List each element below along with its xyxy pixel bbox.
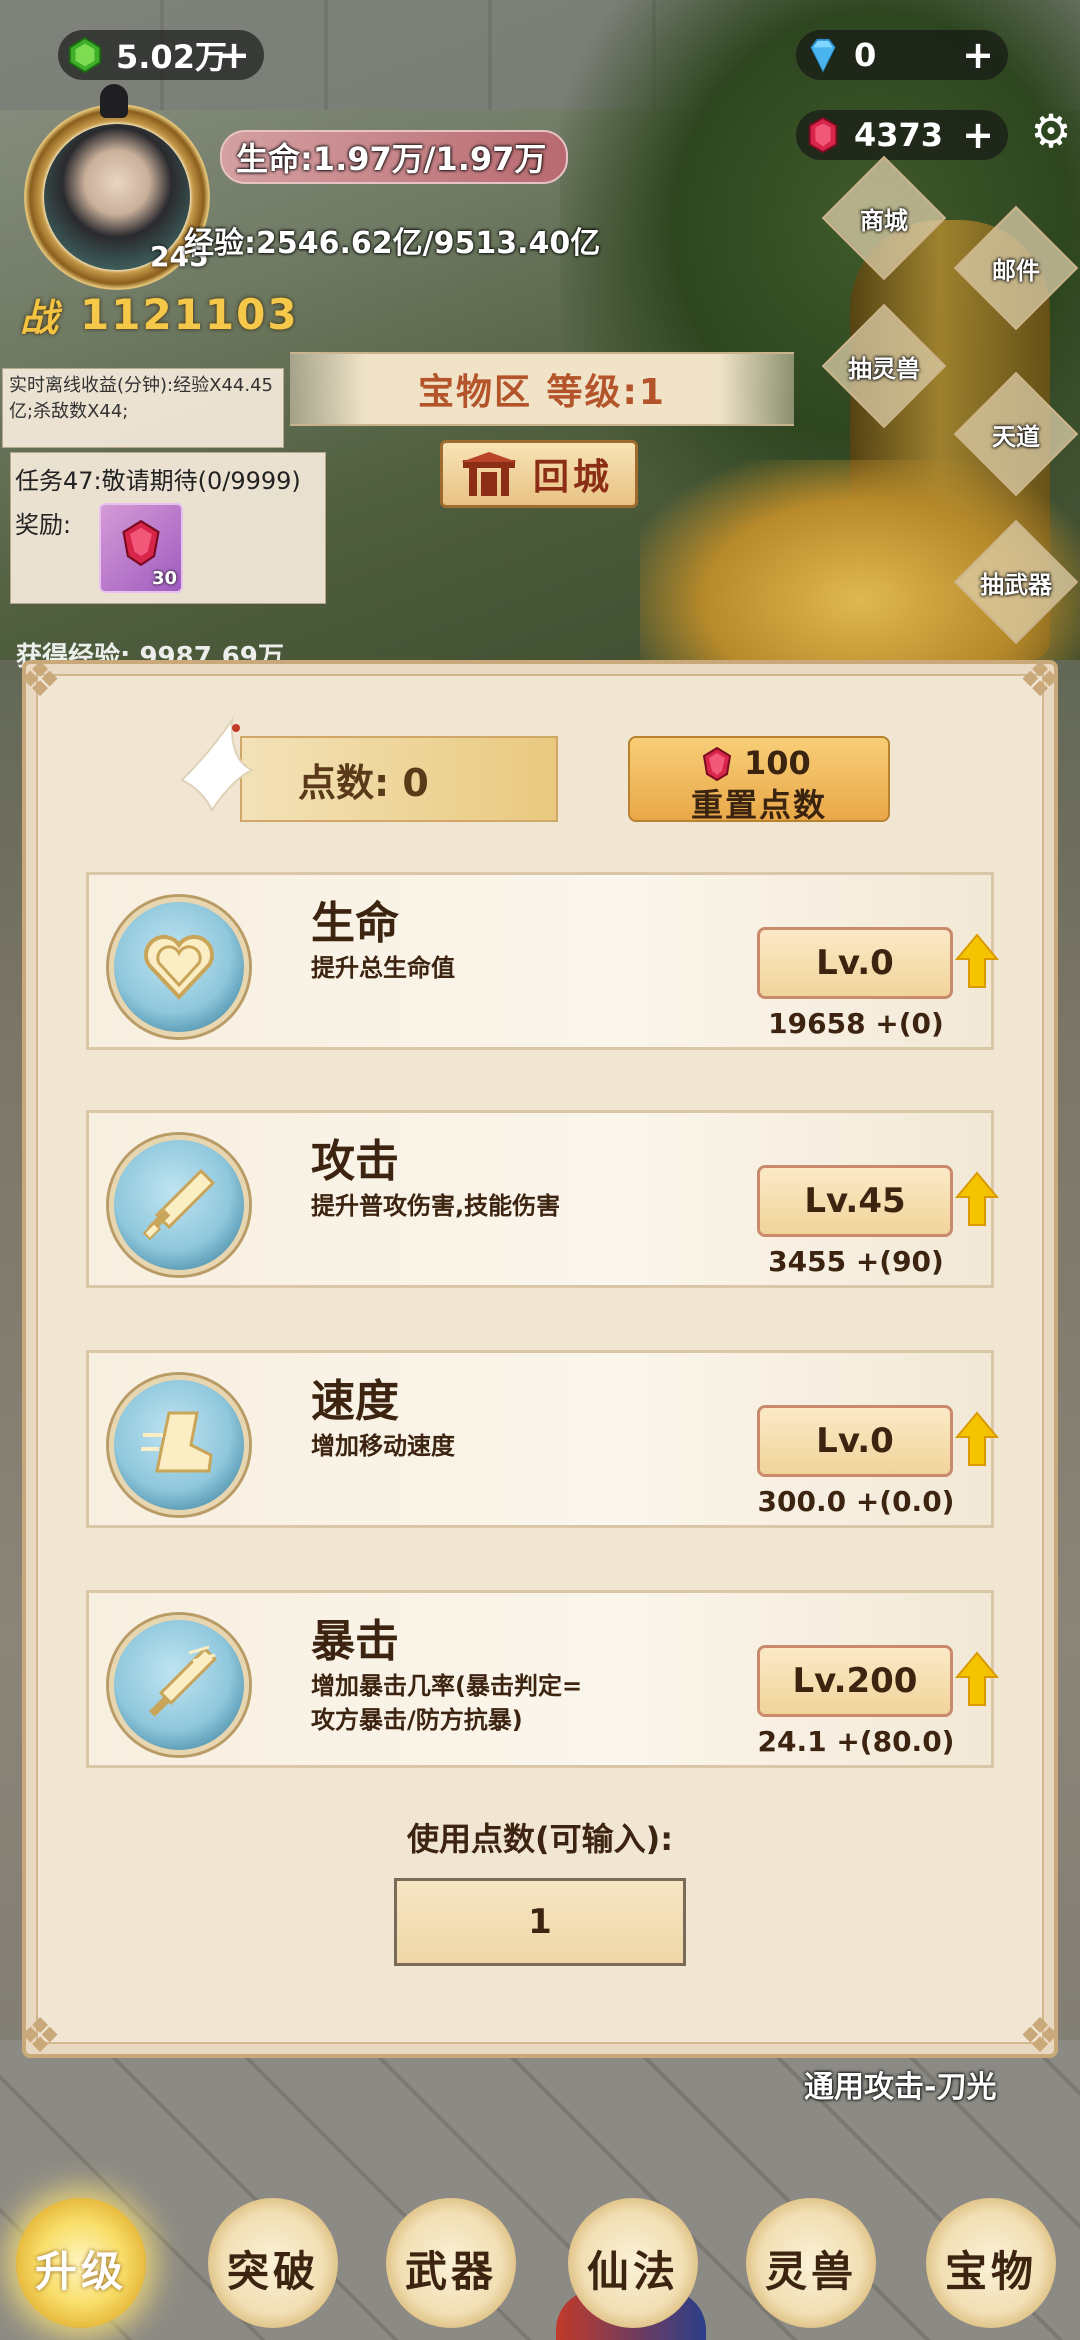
upgrade-arrow-icon[interactable] <box>955 1171 999 1227</box>
power-value: 1121103 <box>80 289 299 339</box>
points-display: 点数: 0 <box>240 736 558 822</box>
red-gem-icon <box>808 116 838 154</box>
critical-sword-icon <box>109 1615 249 1755</box>
stat-name: 暴击 <box>311 1616 399 1667</box>
nav-label: 仙法 <box>586 2247 679 2296</box>
shop-menu-button[interactable]: 商城 <box>821 155 947 281</box>
corner-ornament-icon: ❖ <box>1018 652 1062 708</box>
stat-value: 3455 +(90) <box>768 1245 944 1278</box>
stat-value: 300.0 +(0.0) <box>757 1485 955 1518</box>
heaven-dao-label: 天道 <box>992 422 1040 451</box>
nav-label: 升级 <box>34 2247 127 2296</box>
red-gem-icon <box>702 746 732 782</box>
stat-value: 24.1 +(80.0) <box>757 1725 955 1758</box>
corner-ornament-icon: ❖ <box>1018 2008 1062 2064</box>
exp-text: 经验:2546.62亿/9513.40亿 <box>184 226 601 261</box>
quest-title: 任务47:敬请期待(0/9999) <box>15 467 301 495</box>
nav-immortal-magic[interactable]: 仙法 <box>556 2186 710 2340</box>
city-gate-icon <box>461 452 517 496</box>
nav-label: 宝物 <box>944 2247 1037 2296</box>
mail-menu-button[interactable]: 邮件 <box>953 205 1079 331</box>
return-to-city-button[interactable]: 回城 <box>440 440 638 508</box>
nav-breakthrough[interactable]: 突破 <box>196 2186 350 2340</box>
reward-count: 30 <box>151 568 177 589</box>
settings-gear-icon[interactable]: ⚙ <box>1028 108 1074 154</box>
nav-label: 突破 <box>226 2247 319 2296</box>
avatar-hair-ornament <box>100 84 128 118</box>
power-label: 战 <box>20 295 59 340</box>
stat-level-button[interactable]: Lv.45 <box>757 1165 953 1237</box>
upgrade-arrow-icon[interactable] <box>955 1651 999 1707</box>
stat-level-button[interactable]: Lv.200 <box>757 1645 953 1717</box>
summon-beast-button[interactable]: 抽灵兽 <box>821 303 947 429</box>
stat-name: 生命 <box>311 898 399 949</box>
stat-name: 攻击 <box>311 1136 399 1187</box>
stat-card-attack: 攻击 提升普攻伤害,技能伤害 Lv.45 3455 +(90) <box>86 1110 999 1288</box>
combat-power: 战 1121103 <box>20 286 299 342</box>
add-diamond-button[interactable]: + <box>962 33 994 77</box>
upgrade-arrow-icon[interactable] <box>955 933 999 989</box>
nav-label: 灵兽 <box>764 2247 857 2296</box>
use-points-label: 使用点数(可输入): <box>406 1820 674 1858</box>
stat-card-speed: 速度 增加移动速度 Lv.0 300.0 +(0.0) <box>86 1350 999 1528</box>
summon-beast-label: 抽灵兽 <box>848 354 920 383</box>
add-green-currency-button[interactable]: + <box>218 33 250 77</box>
mail-label: 邮件 <box>992 256 1040 285</box>
gem-currency-value: 4373 <box>854 116 944 154</box>
nav-weapon[interactable]: 武器 <box>374 2186 528 2340</box>
summon-weapon-label: 抽武器 <box>980 570 1052 599</box>
stat-desc: 增加移动速度 <box>311 1432 455 1460</box>
stat-desc: 增加暴击几率(暴击判定= 攻方暴击/防方抗暴) <box>311 1672 583 1734</box>
add-gem-button[interactable]: + <box>962 113 994 157</box>
gem-currency-pill[interactable]: 4373 + <box>796 110 1008 160</box>
nav-upgrade[interactable]: 升级 <box>4 2186 158 2340</box>
stat-card-hp: 生命 提升总生命值 Lv.0 19658 +(0) <box>86 872 999 1050</box>
upgrade-arrow-icon[interactable] <box>955 1411 999 1467</box>
nav-treasure[interactable]: 宝物 <box>914 2186 1068 2340</box>
stat-level-button[interactable]: Lv.0 <box>757 927 953 999</box>
nav-label: 武器 <box>404 2247 497 2296</box>
sword-icon <box>109 1135 249 1275</box>
stat-level-button[interactable]: Lv.0 <box>757 1405 953 1477</box>
return-to-city-label: 回城 <box>533 457 614 498</box>
boot-icon <box>109 1375 249 1515</box>
quest-panel[interactable]: 任务47:敬请期待(0/9999) 奖励: 30 <box>10 452 326 604</box>
zone-banner: 宝物区 等级:1 <box>290 352 794 426</box>
stat-card-critical: 暴击 增加暴击几率(暴击判定= 攻方暴击/防方抗暴) Lv.200 24.1 +… <box>86 1590 999 1768</box>
stat-name: 速度 <box>311 1376 399 1427</box>
skill-caption: 通用攻击-刀光 <box>804 2070 997 2105</box>
diamond-currency-value: 0 <box>854 36 877 74</box>
heaven-dao-button[interactable]: 天道 <box>953 371 1079 497</box>
crane-icon <box>180 716 255 812</box>
corner-ornament-icon: ❖ <box>18 652 62 708</box>
stat-value: 19658 +(0) <box>768 1007 944 1040</box>
reset-points-button[interactable]: 100 重置点数 <box>628 736 890 824</box>
diamond-icon <box>810 38 836 73</box>
corner-ornament-icon: ❖ <box>18 2008 62 2064</box>
heart-icon <box>109 897 249 1037</box>
reset-cost: 100 <box>744 744 811 782</box>
shop-label: 商城 <box>860 206 908 235</box>
stat-desc: 提升总生命值 <box>311 954 455 982</box>
quest-reward-label: 奖励: <box>15 511 72 539</box>
green-currency-value: 5.02万 <box>116 38 227 76</box>
green-currency-pill[interactable]: 5.02万 + <box>58 30 264 80</box>
reward-item-slot[interactable]: 30 <box>99 503 183 593</box>
nav-spirit-beast[interactable]: 灵兽 <box>734 2186 888 2340</box>
offline-income-info: 实时离线收益(分钟):经验X44.45亿;杀敌数X44; <box>2 368 284 448</box>
summon-weapon-button[interactable]: 抽武器 <box>953 519 1079 645</box>
use-points-input[interactable]: 1 <box>394 1878 686 1966</box>
red-gem-icon <box>122 519 160 567</box>
stat-desc: 提升普攻伤害,技能伤害 <box>311 1192 561 1220</box>
reset-points-label: 重置点数 <box>690 786 827 824</box>
hp-text: 生命:1.97万/1.97万 <box>236 140 547 178</box>
green-jade-icon <box>68 36 102 74</box>
diamond-currency-pill[interactable]: 0 + <box>796 30 1008 80</box>
